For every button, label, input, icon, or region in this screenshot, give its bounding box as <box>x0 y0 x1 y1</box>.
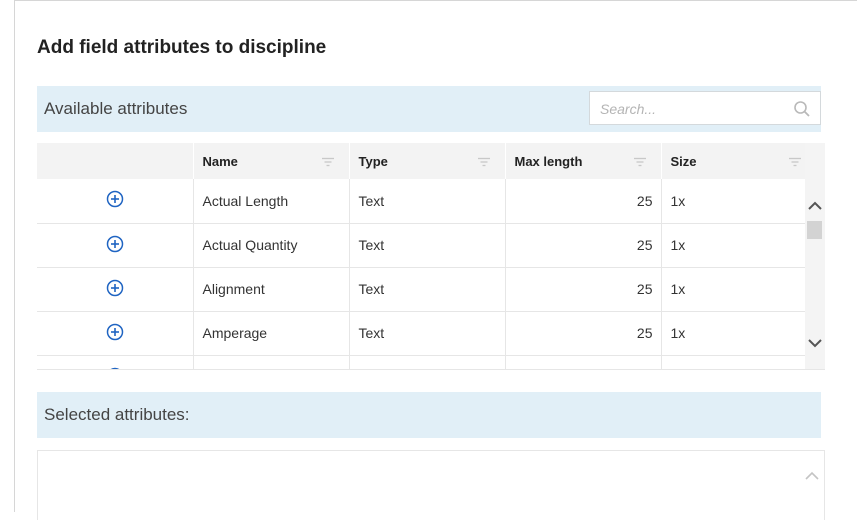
scroll-up-icon[interactable] <box>807 199 823 217</box>
cell-type: Text <box>349 267 506 312</box>
add-cell <box>37 267 194 312</box>
dialog-title: Add field attributes to discipline <box>37 37 327 58</box>
filter-icon[interactable] <box>477 155 491 170</box>
column-header-add <box>37 143 194 179</box>
available-attributes-header: Available attributes <box>37 86 821 132</box>
filter-icon[interactable] <box>633 155 647 170</box>
selected-attributes-list <box>37 450 825 520</box>
scroll-down-icon[interactable] <box>807 336 823 354</box>
cell-type: Text <box>349 179 506 224</box>
add-circle-icon[interactable] <box>106 279 124 300</box>
column-header-label: Max length <box>514 153 583 169</box>
search-box[interactable] <box>589 91 821 125</box>
grid-header-row: Name Type Max length Size <box>37 143 817 179</box>
column-header-size[interactable]: Size <box>661 143 817 179</box>
add-circle-icon[interactable] <box>106 235 124 256</box>
column-header-label: Size <box>670 153 697 169</box>
cell-name: Alignment <box>193 267 350 312</box>
cell-size: 1x <box>661 179 817 224</box>
add-cell <box>37 179 194 224</box>
cell-size: 1x <box>661 267 817 312</box>
scrollbar-thumb[interactable] <box>807 221 822 239</box>
add-circle-icon[interactable] <box>106 190 124 211</box>
selected-attributes-header: Selected attributes: <box>37 392 821 438</box>
cell-max-length: 25 <box>505 223 662 268</box>
add-circle-icon[interactable] <box>106 367 124 369</box>
column-header-label: Type <box>358 153 388 169</box>
column-header-max-length[interactable]: Max length <box>505 143 662 179</box>
table-row: Actual Quantity Text 25 1x <box>37 223 817 268</box>
cell-name: Actual Quantity <box>193 223 350 268</box>
add-cell <box>37 355 194 369</box>
column-header-label: Name <box>202 153 238 169</box>
cell-size: 1x <box>661 223 817 268</box>
filter-icon[interactable] <box>321 155 335 170</box>
search-input[interactable] <box>598 98 792 120</box>
cell-max-length: 25 <box>505 267 662 312</box>
cell-type: Text <box>349 223 506 268</box>
cell-name: Actual Length <box>193 179 350 224</box>
available-attributes-label: Available attributes <box>44 99 188 118</box>
add-cell <box>37 311 194 356</box>
available-attributes-grid: Name Type Max length Size Actual Length … <box>37 143 825 370</box>
add-circle-icon[interactable] <box>106 323 124 344</box>
table-row-partial <box>37 355 817 369</box>
search-icon[interactable] <box>793 100 811 123</box>
column-header-type[interactable]: Type <box>349 143 506 179</box>
cell-size: 1x <box>661 311 817 356</box>
cell-name: Amperage <box>193 311 350 356</box>
cell-max-length: 25 <box>505 311 662 356</box>
filter-icon[interactable] <box>788 155 802 170</box>
scroll-up-icon[interactable] <box>804 469 820 487</box>
column-header-name[interactable]: Name <box>193 143 350 179</box>
cell-max-length: 25 <box>505 179 662 224</box>
table-row: Amperage Text 25 1x <box>37 311 817 356</box>
table-row: Alignment Text 25 1x <box>37 267 817 312</box>
cell-type: Text <box>349 311 506 356</box>
add-cell <box>37 223 194 268</box>
table-row: Actual Length Text 25 1x <box>37 179 817 224</box>
grid-scrollbar[interactable] <box>805 143 825 369</box>
add-attributes-dialog: Add field attributes to discipline Avail… <box>14 0 857 520</box>
selected-attributes-label: Selected attributes: <box>44 405 190 424</box>
